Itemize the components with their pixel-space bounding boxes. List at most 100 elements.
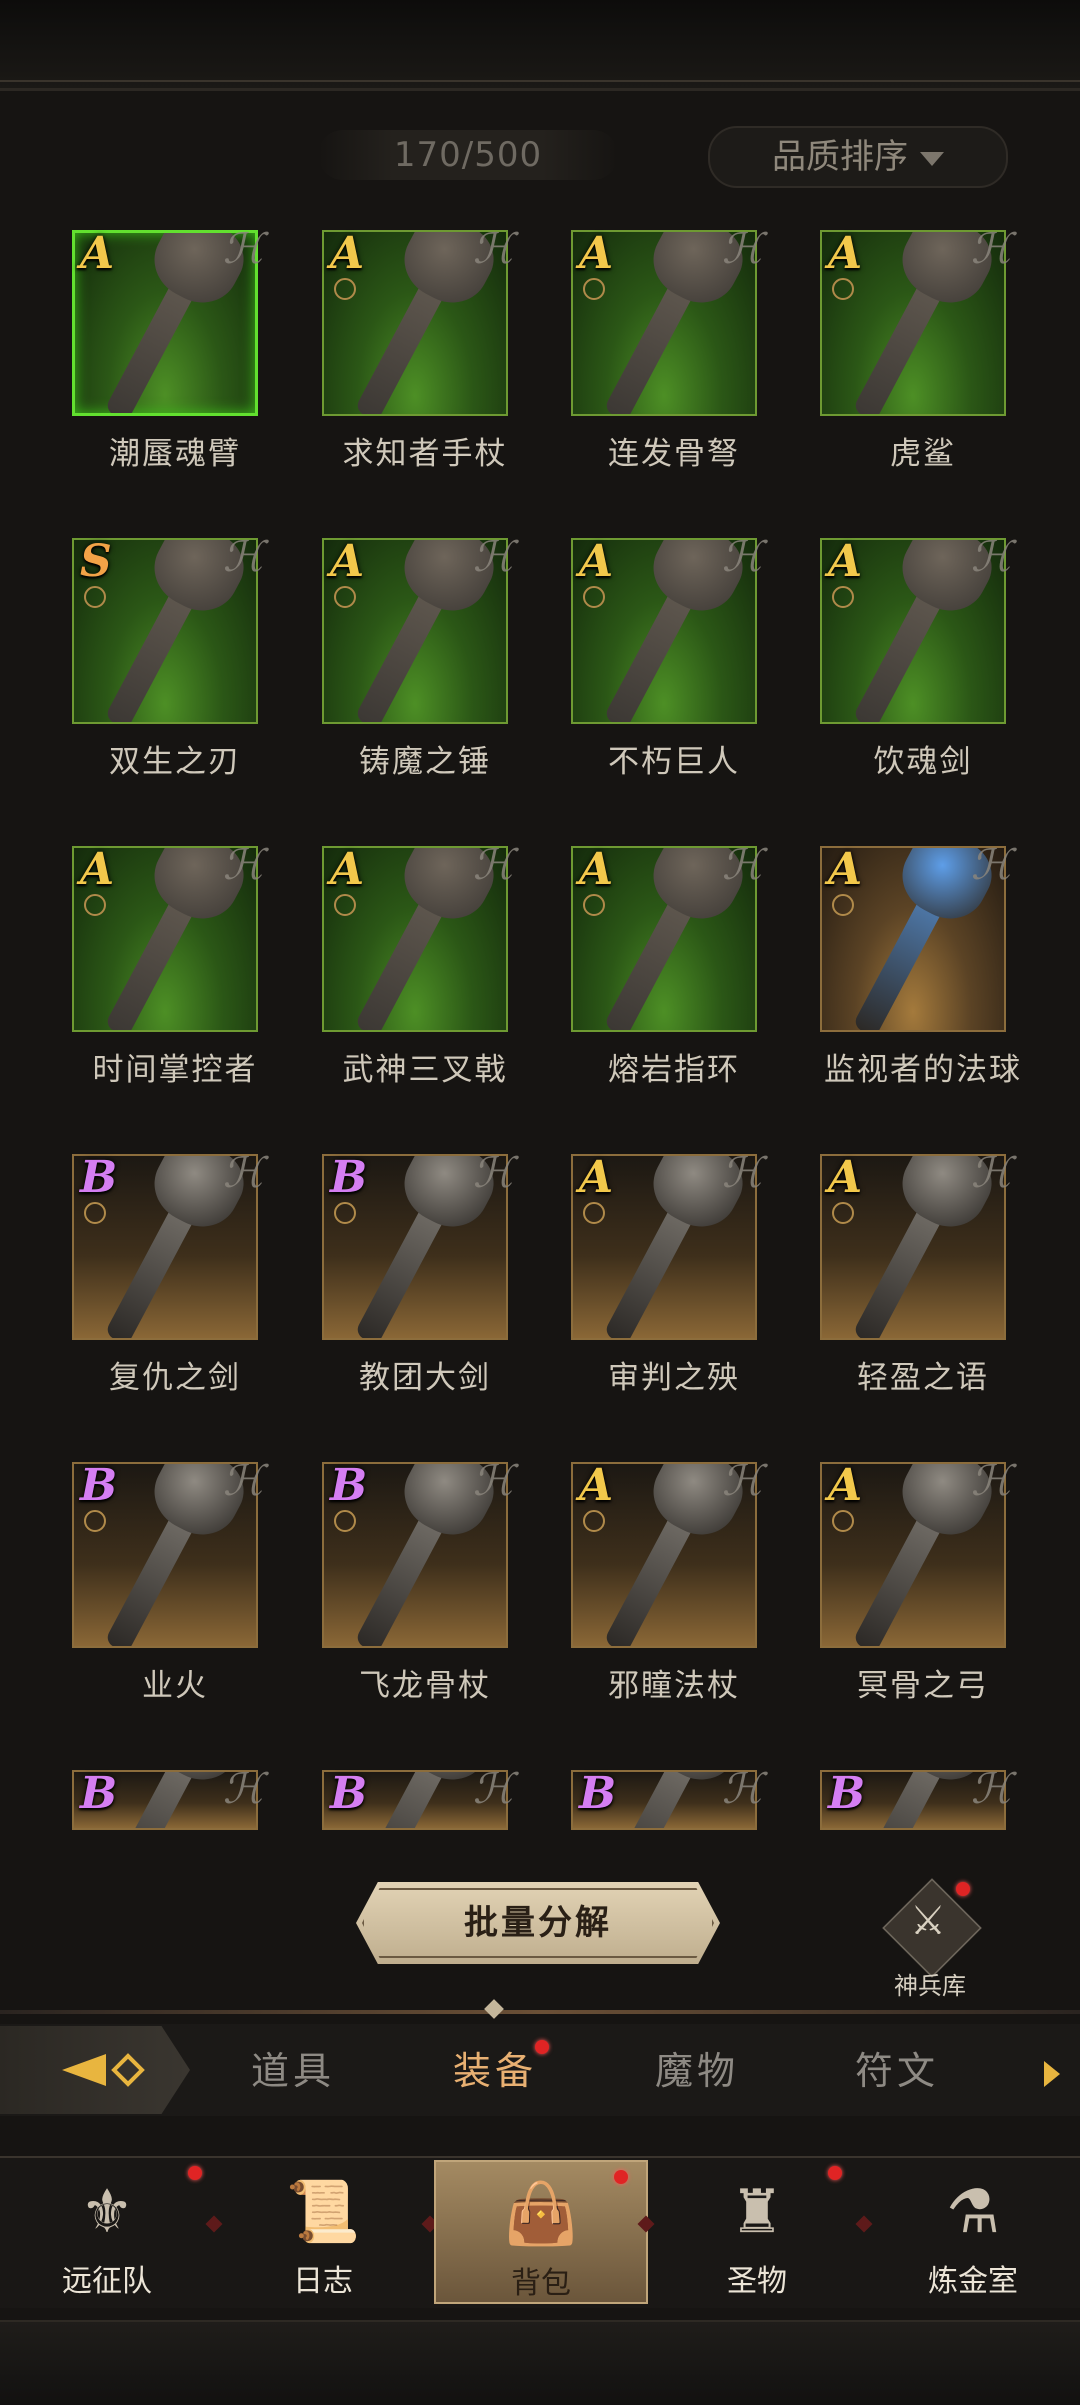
batch-decompose-button[interactable]: 批量分解 [356, 1882, 720, 1964]
weapon-image [354, 848, 506, 1030]
weapon-image [852, 1156, 1004, 1338]
rune-mark-icon: ℋ [968, 1148, 1021, 1197]
nav-relics[interactable]: ♜ 圣物 [650, 2160, 864, 2304]
rune-mark-icon: ℋ [719, 532, 772, 581]
armory-button[interactable]: ⚔ 神兵库 [880, 1878, 982, 2000]
select-circle-icon[interactable] [832, 278, 854, 300]
rune-mark-icon: ℋ [470, 1456, 523, 1505]
equipment-item[interactable]: Bℋ [300, 1740, 550, 1830]
equipment-item[interactable]: S ℋ 双生之刃 [50, 508, 300, 808]
item-name: 饮魂剑 [873, 744, 973, 780]
item-name: 飞龙骨杖 [359, 1668, 491, 1704]
item-name: 虎鲨 [890, 436, 956, 472]
equipment-item[interactable]: A ℋ 审判之殃 [549, 1124, 799, 1424]
equipment-item[interactable]: Bℋ [798, 1740, 1048, 1830]
equipment-item[interactable]: A ℋ 时间掌控者 [50, 816, 300, 1116]
select-circle-icon[interactable] [334, 894, 356, 916]
equipment-item[interactable]: B ℋ 飞龙骨杖 [300, 1432, 550, 1732]
select-circle-icon[interactable] [334, 1510, 356, 1532]
equipment-item[interactable]: A ℋ 监视者的法球 [798, 816, 1048, 1116]
grade-badge: A [330, 844, 365, 895]
grade-badge: A [579, 536, 614, 587]
nav-alchemy[interactable]: ⚗ 炼金室 [866, 2160, 1080, 2304]
chevron-right-icon[interactable] [1044, 2061, 1060, 2087]
equipment-item[interactable]: Bℋ [50, 1740, 300, 1830]
weapon-image [603, 232, 755, 414]
equipment-item[interactable]: Bℋ [549, 1740, 799, 1830]
equipment-item[interactable]: B ℋ 业火 [50, 1432, 300, 1732]
select-circle-icon[interactable] [583, 278, 605, 300]
scroll-icon: 📜 [285, 2177, 361, 2247]
helmet-icon: ⚜ [80, 2177, 134, 2247]
select-circle-icon[interactable] [583, 1510, 605, 1532]
select-circle-icon[interactable] [832, 1510, 854, 1532]
rune-mark-icon: ℋ [220, 1148, 273, 1197]
rune-mark-icon: ℋ [220, 532, 273, 581]
equipment-item[interactable]: B ℋ 复仇之剑 [50, 1124, 300, 1424]
rune-mark-icon: ℋ [220, 1764, 273, 1813]
equipment-item[interactable]: A ℋ 冥骨之弓 [798, 1432, 1048, 1732]
grade-badge: A [828, 844, 863, 895]
tab-monsters[interactable]: 魔物 [622, 2036, 772, 2106]
item-name: 冥骨之弓 [857, 1668, 989, 1704]
equipment-item[interactable]: A ℋ 潮蜃魂臂 [50, 200, 300, 500]
weapon-image [104, 1156, 256, 1338]
select-circle-icon[interactable] [334, 1202, 356, 1224]
item-name: 不朽巨人 [608, 744, 740, 780]
grade-badge: B [80, 1460, 118, 1511]
grade-badge: A [330, 536, 365, 587]
item-name: 连发骨弩 [608, 436, 740, 472]
equipment-item[interactable]: A ℋ 轻盈之语 [798, 1124, 1048, 1424]
tab-items[interactable]: 道具 [218, 2036, 368, 2106]
grade-badge: B [330, 1460, 368, 1511]
nav-expedition[interactable]: ⚜ 远征队 [0, 2160, 214, 2304]
item-name: 熔岩指环 [608, 1052, 740, 1088]
rune-mark-icon: ℋ [719, 840, 772, 889]
select-circle-icon[interactable] [832, 586, 854, 608]
select-circle-icon[interactable] [84, 894, 106, 916]
grade-badge: A [80, 228, 115, 279]
equipment-item[interactable]: A ℋ 铸魔之锤 [300, 508, 550, 808]
weapon-image [603, 1156, 755, 1338]
alchemy-icon: ⚗ [946, 2177, 1000, 2247]
rune-mark-icon: ℋ [470, 1764, 523, 1813]
equipment-item[interactable]: A ℋ 连发骨弩 [549, 200, 799, 500]
select-circle-icon[interactable] [84, 1510, 106, 1532]
select-circle-icon[interactable] [84, 1202, 106, 1224]
equipment-item[interactable]: A ℋ 熔岩指环 [549, 816, 799, 1116]
equipment-item[interactable]: A ℋ 虎鲨 [798, 200, 1048, 500]
armory-label: 神兵库 [894, 1972, 966, 2000]
equipment-item[interactable]: A ℋ 武神三叉戟 [300, 816, 550, 1116]
select-circle-icon[interactable] [334, 586, 356, 608]
nav-journal[interactable]: 📜 日志 [216, 2160, 430, 2304]
select-circle-icon[interactable] [832, 894, 854, 916]
rune-mark-icon: ℋ [470, 224, 523, 273]
item-name: 铸魔之锤 [359, 744, 491, 780]
grade-badge: A [80, 844, 115, 895]
select-circle-icon[interactable] [583, 586, 605, 608]
equipment-grid: A ℋ 潮蜃魂臂 A ℋ 求知者手杖 A ℋ 连发骨弩 A ℋ 虎鲨 S ℋ 双生之刃 A ℋ 铸魔之锤 A ℋ 不朽巨… [0, 0, 1080, 1830]
item-name: 审判之殃 [608, 1360, 740, 1396]
grade-badge: B [828, 1768, 866, 1819]
select-circle-icon[interactable] [334, 278, 356, 300]
nav-backpack[interactable]: 👜 背包 [434, 2160, 648, 2304]
select-circle-icon[interactable] [583, 894, 605, 916]
equipment-item[interactable]: A ℋ 邪瞳法杖 [549, 1432, 799, 1732]
equipment-item[interactable]: A ℋ 不朽巨人 [549, 508, 799, 808]
tab-runes[interactable]: 符文 [822, 2036, 972, 2106]
weapon-image [104, 540, 256, 722]
grade-badge: A [828, 1152, 863, 1203]
weapon-image [852, 1464, 1004, 1646]
divider-ornament [484, 1999, 504, 2019]
select-circle-icon[interactable] [832, 1202, 854, 1224]
equipment-item[interactable]: B ℋ 教团大剑 [300, 1124, 550, 1424]
rune-mark-icon: ℋ [719, 224, 772, 273]
select-circle-icon[interactable] [583, 1202, 605, 1224]
weapon-image [852, 1772, 1004, 1828]
rune-mark-icon: ℋ [968, 224, 1021, 273]
equipment-item[interactable]: A ℋ 求知者手杖 [300, 200, 550, 500]
bottom-frame-band [0, 2320, 1080, 2405]
equipment-item[interactable]: A ℋ 饮魂剑 [798, 508, 1048, 808]
select-circle-icon[interactable] [84, 586, 106, 608]
item-name: 潮蜃魂臂 [109, 436, 241, 472]
